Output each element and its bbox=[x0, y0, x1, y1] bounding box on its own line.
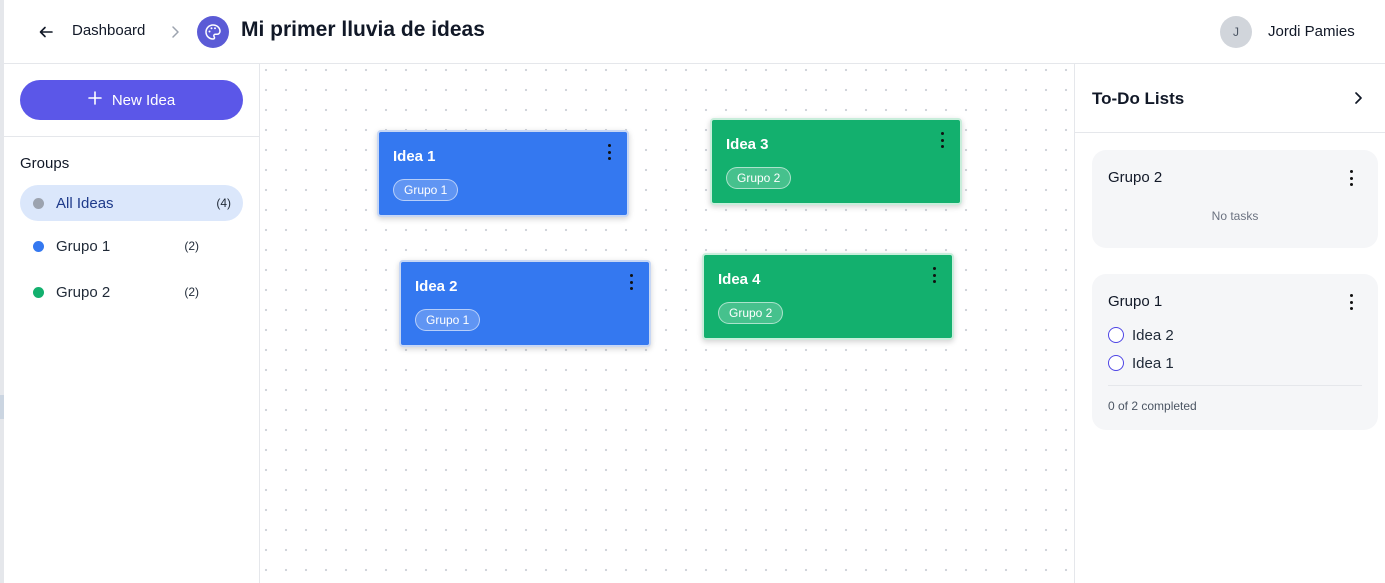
todo-panel: To-Do Lists Grupo 2 No tasks Grupo 1 Ide… bbox=[1074, 64, 1385, 583]
new-idea-label: New Idea bbox=[111, 91, 176, 109]
task-label: Idea 2 bbox=[1132, 326, 1174, 344]
group-label: Grupo 2 bbox=[56, 283, 111, 301]
groups-heading: Groups bbox=[20, 155, 70, 172]
group-color-dot bbox=[33, 197, 44, 209]
ideas-canvas[interactable]: Idea 1 Grupo 1 Idea 3 Grupo 2 Idea 2 Gru… bbox=[260, 64, 1074, 583]
idea-card[interactable]: Idea 4 Grupo 2 bbox=[702, 253, 954, 340]
chevron-right-icon[interactable] bbox=[1348, 88, 1368, 108]
group-item-grupo-2[interactable]: Grupo 2 (2) bbox=[20, 274, 243, 310]
idea-title: Idea 2 bbox=[415, 278, 458, 295]
avatar[interactable]: J bbox=[1220, 16, 1252, 48]
idea-group-tag: Grupo 1 bbox=[415, 309, 481, 331]
group-color-dot bbox=[33, 286, 44, 298]
sidebar: New Idea Groups All Ideas (4) Grupo 1 (2… bbox=[4, 64, 260, 583]
breadcrumb-dashboard[interactable]: Dashboard bbox=[72, 22, 145, 39]
group-item-all-ideas[interactable]: All Ideas (4) bbox=[20, 185, 243, 221]
no-tasks-text: No tasks bbox=[1211, 209, 1259, 223]
group-count: (4) bbox=[216, 196, 231, 210]
idea-group-tag: Grupo 2 bbox=[718, 302, 784, 324]
more-vertical-icon[interactable] bbox=[605, 144, 613, 160]
group-item-grupo-1[interactable]: Grupo 1 (2) bbox=[20, 228, 243, 264]
new-idea-button[interactable]: New Idea bbox=[20, 80, 243, 120]
idea-card[interactable]: Idea 3 Grupo 2 bbox=[710, 118, 962, 205]
group-label: Grupo 1 bbox=[56, 237, 111, 255]
todo-task[interactable]: Idea 2 bbox=[1108, 325, 1174, 345]
todo-list-title: Grupo 2 bbox=[1108, 169, 1163, 186]
idea-title: Idea 3 bbox=[726, 136, 769, 153]
chevron-right-icon bbox=[170, 22, 184, 42]
todo-list-card: Grupo 1 Idea 2 Idea 1 0 of 2 completed bbox=[1092, 274, 1378, 430]
todo-progress-text: 0 of 2 completed bbox=[1108, 399, 1197, 413]
more-vertical-icon[interactable] bbox=[1348, 170, 1354, 186]
todo-panel-title: To-Do Lists bbox=[1092, 89, 1185, 108]
more-vertical-icon[interactable] bbox=[1348, 294, 1354, 310]
idea-group-tag: Grupo 2 bbox=[726, 167, 792, 189]
idea-card[interactable]: Idea 2 Grupo 1 bbox=[399, 260, 651, 347]
task-label: Idea 1 bbox=[1132, 354, 1174, 372]
more-vertical-icon[interactable] bbox=[930, 267, 938, 283]
divider bbox=[1075, 132, 1385, 133]
todo-task[interactable]: Idea 1 bbox=[1108, 353, 1174, 373]
page-title: Mi primer lluvia de ideas bbox=[241, 18, 485, 41]
group-count: (2) bbox=[184, 285, 199, 299]
divider bbox=[4, 136, 259, 137]
plus-icon bbox=[88, 91, 102, 109]
idea-title: Idea 4 bbox=[718, 271, 761, 288]
more-vertical-icon[interactable] bbox=[938, 132, 946, 148]
group-count: (2) bbox=[184, 239, 199, 253]
app-window: Dashboard Mi primer lluvia de ideas J Jo… bbox=[0, 0, 1385, 583]
idea-card[interactable]: Idea 1 Grupo 1 bbox=[377, 130, 629, 217]
back-arrow-icon[interactable] bbox=[34, 20, 58, 44]
todo-list-title: Grupo 1 bbox=[1108, 293, 1163, 310]
group-label: All Ideas bbox=[56, 194, 114, 212]
task-checkbox[interactable] bbox=[1108, 355, 1124, 371]
top-header: Dashboard Mi primer lluvia de ideas J Jo… bbox=[4, 0, 1385, 64]
palette-icon bbox=[197, 16, 229, 48]
todo-list-card: Grupo 2 No tasks bbox=[1092, 150, 1378, 248]
more-vertical-icon[interactable] bbox=[627, 274, 635, 290]
group-color-dot bbox=[33, 240, 44, 252]
idea-group-tag: Grupo 1 bbox=[393, 179, 459, 201]
divider bbox=[1108, 385, 1362, 386]
idea-title: Idea 1 bbox=[393, 148, 436, 165]
task-checkbox[interactable] bbox=[1108, 327, 1124, 343]
user-name[interactable]: Jordi Pamies bbox=[1268, 23, 1355, 40]
